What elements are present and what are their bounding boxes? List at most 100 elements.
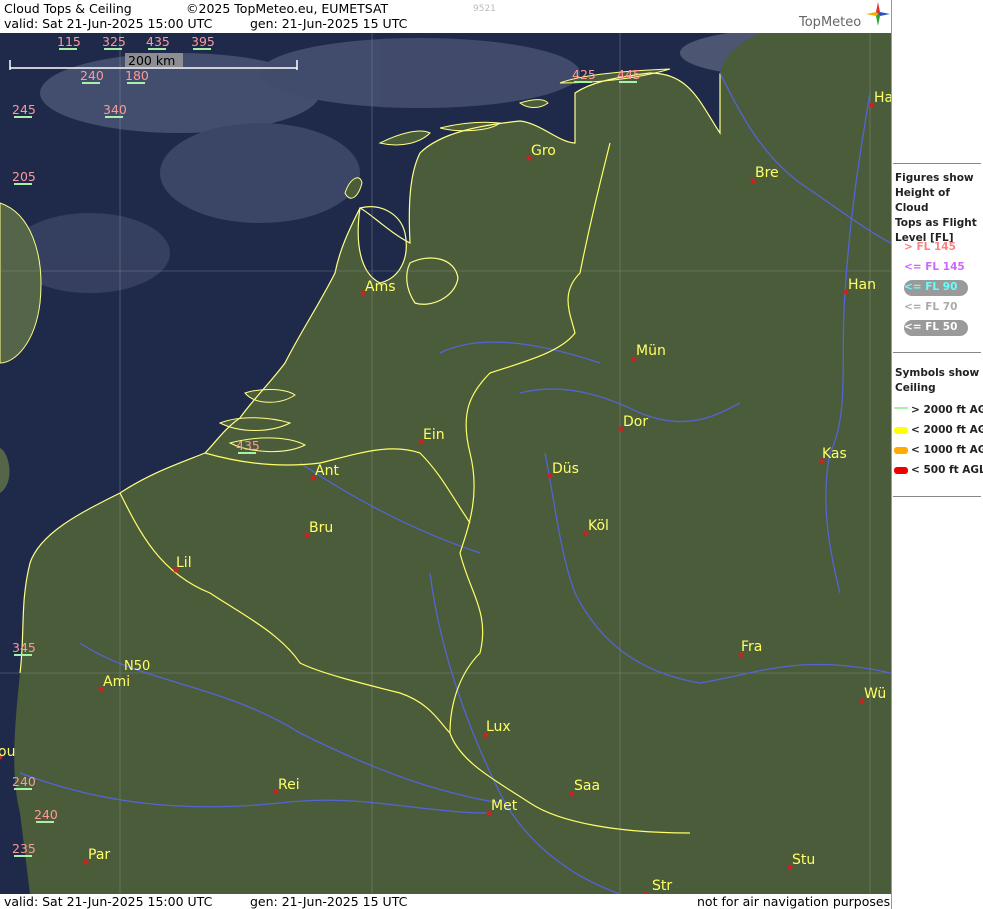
city-label: Gro [531, 143, 556, 159]
city-label: Par [88, 847, 110, 863]
figures-title-line: Figures show [895, 172, 974, 184]
cloud-top-marker: 435 [236, 438, 260, 454]
city-marker-lil: Lil [173, 555, 192, 573]
legend-ceiling-item: < 2000 ft AGL [911, 424, 983, 436]
map-canvas: 200 km N50 Ha Bre Gro Ams Han Mün Dor Ein Ant Düs… [0, 33, 891, 894]
cloud-top-label: 425 [572, 67, 596, 82]
city-label: Saa [574, 778, 600, 794]
cloud-top-marker: 245 [12, 102, 36, 118]
cloud-top-marker: 445 [617, 67, 641, 83]
figures-title-line: Height of Cloud [895, 187, 950, 214]
cloud-top-label: 345 [12, 640, 36, 655]
valid-time: valid: Sat 21-Jun-2025 15:00 UTC [4, 16, 213, 31]
cloud-top-label: 205 [12, 169, 36, 184]
legend-fl-item: <= FL 50 [904, 321, 958, 333]
cloud-top-label: 240 [34, 807, 58, 822]
city-label: Bre [755, 165, 779, 181]
city-marker-bre: Bre [750, 165, 779, 184]
footer-gen-time: gen: 21-Jun-2025 15 UTC [250, 894, 408, 909]
city-marker-dor: Dor [618, 414, 648, 432]
cloud-top-marker: 180 [125, 68, 149, 84]
city-label: Ams [365, 279, 396, 295]
city-label: Düs [552, 461, 579, 477]
map-area[interactable]: 200 km N50 Ha Bre Gro Ams Han Mün Dor Ein Ant Düs… [0, 33, 891, 894]
city-label: ou [0, 744, 15, 760]
city-marker-par: Par [83, 847, 110, 865]
city-label: Han [848, 277, 876, 293]
cloud-top-marker: 115 [57, 34, 81, 50]
cloud-top-label: 395 [191, 34, 215, 49]
cloud-top-marker: 240 [34, 807, 58, 823]
ceiling-symbol-swatch [894, 427, 908, 434]
city-marker-met: Met [486, 798, 518, 816]
city-label: Rei [278, 777, 300, 793]
legend-fl-item: <= FL 90 [904, 281, 958, 293]
cloud-top-label: 240 [80, 68, 104, 83]
footer-disclaimer: not for air navigation purposes [697, 894, 891, 909]
city-marker-ein: Ein [418, 427, 445, 445]
cloud-top-label: 435 [146, 34, 170, 49]
city-label: Bru [309, 520, 333, 536]
ceiling-symbol-swatch [894, 447, 908, 454]
scale-label: 200 km [128, 53, 175, 68]
city-label: Köl [588, 518, 609, 534]
city-marker-mun: Mün [631, 343, 666, 362]
cloud-top-marker: 235 [12, 841, 36, 857]
city-label: Stu [792, 852, 815, 868]
legend-panel: Figures show Height of Cloud Tops as Fli… [891, 0, 983, 909]
legend-ceiling-item: < 1000 ft AGL [911, 444, 983, 456]
city-marker-stu: Stu [787, 852, 815, 870]
city-marker-wu: Wü [859, 686, 886, 704]
city-marker-saa: Saa [569, 778, 600, 797]
city-label: Lux [486, 719, 511, 735]
city-marker-kas: Kas [819, 446, 847, 464]
figures-title-line: Tops as Flight [895, 217, 977, 229]
city-marker-lux: Lux [483, 719, 511, 738]
legend-ceiling-item: < 500 ft AGL [911, 464, 983, 476]
cloud-top-marker: 435 [146, 34, 170, 50]
city-marker-dus: Düs [547, 461, 579, 479]
city-label: Met [491, 798, 518, 814]
cloud-top-label: 245 [12, 102, 36, 117]
gen-time: gen: 21-Jun-2025 15 UTC [250, 16, 408, 31]
city-label: Ami [103, 674, 130, 690]
copyright-text: ©2025 TopMeteo.eu, EUMETSAT [186, 1, 389, 16]
footer-valid-time: valid: Sat 21-Jun-2025 15:00 UTC [4, 894, 213, 909]
cloud-top-label: 180 [125, 68, 149, 83]
city-marker-rei: Rei [273, 777, 300, 795]
compass-logo-icon [866, 2, 890, 26]
city-label: Mün [636, 343, 666, 359]
ceiling-symbol-swatch [894, 407, 908, 409]
cloud-top-label: 445 [617, 67, 641, 82]
topmeteo-logo-text: TopMeteo [799, 15, 862, 30]
cloud-top-marker: 205 [12, 169, 36, 185]
cloud-top-label: 235 [12, 841, 36, 856]
header-bar: Cloud Tops & Ceiling ©2025 TopMeteo.eu, … [0, 0, 891, 33]
city-label: Str [652, 878, 672, 894]
city-marker-ou: ou [0, 744, 15, 760]
cloud-top-marker: 345 [12, 640, 36, 656]
legend-fl-item: <= FL 70 [904, 301, 958, 313]
symbols-legend-title: Symbols show Ceiling [895, 366, 979, 396]
city-marker-han: Han [843, 277, 876, 295]
cloud-top-marker: 325 [102, 34, 126, 50]
city-label: Dor [623, 414, 648, 430]
city-marker-kol: Köl [583, 518, 609, 536]
city-label: Fra [741, 639, 762, 655]
grid-label-n50: N50 [124, 659, 150, 674]
city-marker-ant: Ant [310, 463, 339, 481]
city-marker-fra: Fra [738, 639, 762, 658]
legend-divider [893, 496, 981, 497]
legend-fl-item: > FL 145 [904, 241, 956, 253]
cloud-top-label: 340 [103, 102, 127, 117]
figures-legend-title: Figures show Height of Cloud Tops as Fli… [895, 171, 983, 246]
city-label: Lil [176, 555, 192, 571]
symbols-title-line: Ceiling [895, 382, 936, 394]
map-code: 9521 [473, 4, 496, 14]
cloud-top-marker: 240 [80, 68, 104, 84]
cloud-top-marker: 340 [103, 102, 127, 118]
cloud-top-marker: 240 [12, 774, 36, 790]
footer-bar: valid: Sat 21-Jun-2025 15:00 UTC gen: 21… [0, 894, 891, 909]
city-marker-gro: Gro [526, 143, 556, 161]
city-label: Ha [874, 90, 891, 106]
